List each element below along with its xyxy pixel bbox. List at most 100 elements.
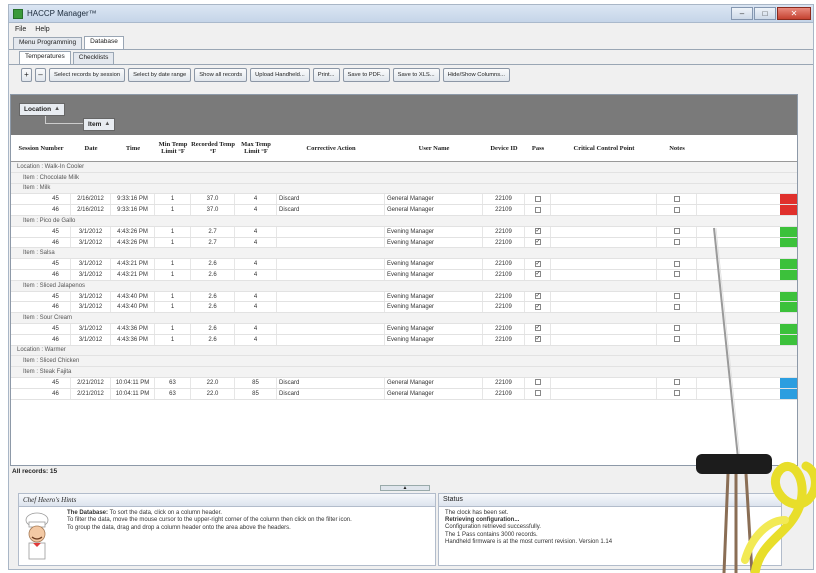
- group-row-location[interactable]: Location : Warmer: [11, 345, 797, 357]
- group-row-item[interactable]: Item : Steak Fajita: [11, 367, 797, 378]
- pass-checkbox[interactable]: [534, 379, 541, 386]
- cell-rec: 2.6: [191, 302, 235, 313]
- table-row[interactable]: 46 3/1/2012 4:43:21 PM 1 2.6 4 Evening Manager…: [11, 269, 797, 281]
- pass-checkbox[interactable]: [534, 206, 541, 213]
- table-row[interactable]: 46 2/16/2012 9:33:16 PM 1 37.0 4 Discard Genera…: [11, 205, 797, 216]
- column-header-date[interactable]: Date: [71, 145, 111, 152]
- pass-checkbox[interactable]: ✓: [534, 260, 541, 267]
- panel-splitter-handle[interactable]: ▲: [380, 485, 430, 491]
- notes-button[interactable]: [673, 239, 680, 245]
- tab-temperatures[interactable]: Temperatures: [19, 51, 71, 64]
- table-row[interactable]: 46 3/1/2012 4:43:36 PM 1 2.6 4 Evening Manager…: [11, 334, 797, 346]
- column-header-critical-control-point[interactable]: Critical Control Point: [551, 145, 657, 152]
- column-header-notes[interactable]: Notes: [657, 145, 697, 152]
- notes-button[interactable]: [673, 271, 680, 278]
- select-by-date-button[interactable]: Select by date range: [128, 68, 192, 82]
- main-tabs: Menu Programming Database: [9, 36, 813, 50]
- status-indicator: [780, 237, 797, 248]
- notes-button[interactable]: [673, 292, 680, 299]
- group-row-item[interactable]: Item : Pico de Gallo: [11, 215, 797, 227]
- column-header-min-temp-limit[interactable]: Min Temp Limit °F: [155, 141, 191, 155]
- status-line: The 1 Pass contains 3000 records.: [445, 531, 538, 538]
- remove-button[interactable]: –: [35, 68, 46, 82]
- title-bar: HACCP Manager™ – □ ✕: [9, 5, 813, 23]
- group-connector: [45, 116, 83, 124]
- group-row-item[interactable]: Item : Sliced Jalapenos: [11, 280, 797, 292]
- cell-date: 3/1/2012: [71, 323, 111, 334]
- select-by-session-button[interactable]: Select records by session: [49, 68, 126, 82]
- tab-database[interactable]: Database: [84, 36, 124, 49]
- table-row[interactable]: 46 2/21/2012 10:04:11 PM 63 22.0 85 Discard Gen…: [11, 388, 797, 400]
- group-row-item[interactable]: Item : Salsa: [11, 248, 797, 260]
- group-row-label: Location : Walk-In Cooler: [17, 163, 85, 170]
- table-row[interactable]: 45 2/16/2012 9:33:16 PM 1 37.0 4 Discard Genera…: [11, 194, 797, 206]
- group-row-item[interactable]: Item : Sliced Chicken: [11, 356, 797, 368]
- print-button[interactable]: Print...: [312, 68, 340, 82]
- group-row-item[interactable]: Item : Milk: [11, 183, 797, 195]
- notes-button[interactable]: [673, 325, 680, 332]
- table-row[interactable]: 45 3/1/2012 4:43:40 PM 1 2.6 4 Evening Manager…: [11, 291, 797, 303]
- pass-checkbox[interactable]: ✓: [534, 325, 541, 332]
- notes-button[interactable]: [673, 260, 680, 267]
- cell-min: 1: [155, 302, 191, 313]
- save-xls-button[interactable]: Save to XLS...: [392, 68, 440, 82]
- column-header-device-id[interactable]: Device ID: [483, 145, 525, 152]
- cell-notes: [657, 194, 697, 205]
- pass-checkbox[interactable]: [534, 195, 541, 202]
- menu-help[interactable]: Help: [35, 26, 49, 33]
- notes-button[interactable]: [673, 379, 680, 386]
- group-row-item[interactable]: Item : Chocolate Milk: [11, 172, 797, 184]
- pass-checkbox[interactable]: ✓: [534, 271, 541, 278]
- pass-checkbox[interactable]: ✓: [534, 336, 541, 343]
- cell-min: 1: [155, 226, 191, 237]
- menu-file[interactable]: File: [15, 26, 26, 33]
- notes-button[interactable]: [673, 390, 680, 397]
- tab-checklists[interactable]: Checklists: [72, 52, 115, 64]
- column-header-max-temp-limit[interactable]: Max Temp Limit °F: [235, 141, 277, 155]
- show-all-records-button[interactable]: Show all records: [194, 68, 248, 82]
- group-row-label: Item : Sour Cream: [23, 315, 73, 322]
- column-header-user-name[interactable]: User Name: [385, 145, 483, 152]
- table-row[interactable]: 45 2/21/2012 10:04:11 PM 63 22.0 85 Discard Gen…: [11, 377, 797, 389]
- minimize-button[interactable]: –: [731, 7, 753, 20]
- table-row[interactable]: 46 3/1/2012 4:43:26 PM 1 2.7 4 Evening Manager…: [11, 237, 797, 249]
- cell-user: General Manager: [385, 205, 483, 215]
- table-row[interactable]: 46 3/1/2012 4:43:40 PM 1 2.6 4 Evening Manager…: [11, 302, 797, 314]
- group-row-item[interactable]: Item : Sour Cream: [11, 313, 797, 324]
- group-row-location[interactable]: Location : Walk-In Cooler: [11, 162, 797, 173]
- column-header-recorded-temp[interactable]: Recorded Temp °F: [191, 141, 235, 155]
- cell-time: 10:04:11 PM: [111, 388, 155, 399]
- table-row[interactable]: 45 3/1/2012 4:43:36 PM 1 2.6 4 Evening Manager…: [11, 323, 797, 335]
- notes-button[interactable]: [673, 303, 680, 310]
- group-chip-location[interactable]: Location ▲: [19, 103, 66, 116]
- upload-handheld-button[interactable]: Upload Handheld...: [250, 68, 310, 82]
- group-chip-item[interactable]: Item ▲: [83, 118, 116, 131]
- close-button[interactable]: ✕: [777, 7, 811, 20]
- column-header-time[interactable]: Time: [111, 145, 155, 152]
- table-row[interactable]: 45 3/1/2012 4:43:21 PM 1 2.6 4 Evening Manager…: [11, 259, 797, 270]
- pass-checkbox[interactable]: ✓: [534, 303, 541, 310]
- notes-button[interactable]: [673, 195, 680, 202]
- notes-button[interactable]: [673, 336, 680, 343]
- cell-max: 4: [235, 269, 277, 280]
- column-header-corrective-action[interactable]: Corrective Action: [277, 145, 385, 152]
- add-button[interactable]: +: [21, 68, 32, 82]
- pass-checkbox[interactable]: [534, 390, 541, 397]
- cell-date: 3/1/2012: [71, 291, 111, 302]
- table-row[interactable]: 45 3/1/2012 4:43:26 PM 1 2.7 4 Evening Manager…: [11, 226, 797, 238]
- cell-user: Evening Manager: [385, 269, 483, 280]
- save-pdf-button[interactable]: Save to PDF...: [342, 68, 390, 82]
- pass-checkbox[interactable]: ✓: [534, 239, 541, 245]
- column-header-session-number[interactable]: Session Number: [11, 145, 71, 152]
- cell-user: Evening Manager: [385, 291, 483, 302]
- maximize-button[interactable]: □: [754, 7, 776, 20]
- notes-button[interactable]: [673, 206, 680, 213]
- cell-time: 4:43:26 PM: [111, 226, 155, 237]
- hide-show-columns-button[interactable]: Hide/Show Columns...: [442, 68, 510, 82]
- pass-checkbox[interactable]: ✓: [534, 292, 541, 299]
- notes-button[interactable]: [673, 228, 680, 235]
- tab-menu-programming[interactable]: Menu Programming: [13, 37, 83, 49]
- pass-checkbox[interactable]: ✓: [534, 228, 541, 235]
- cell-session: 46: [11, 205, 71, 215]
- column-header-pass[interactable]: Pass: [525, 145, 551, 152]
